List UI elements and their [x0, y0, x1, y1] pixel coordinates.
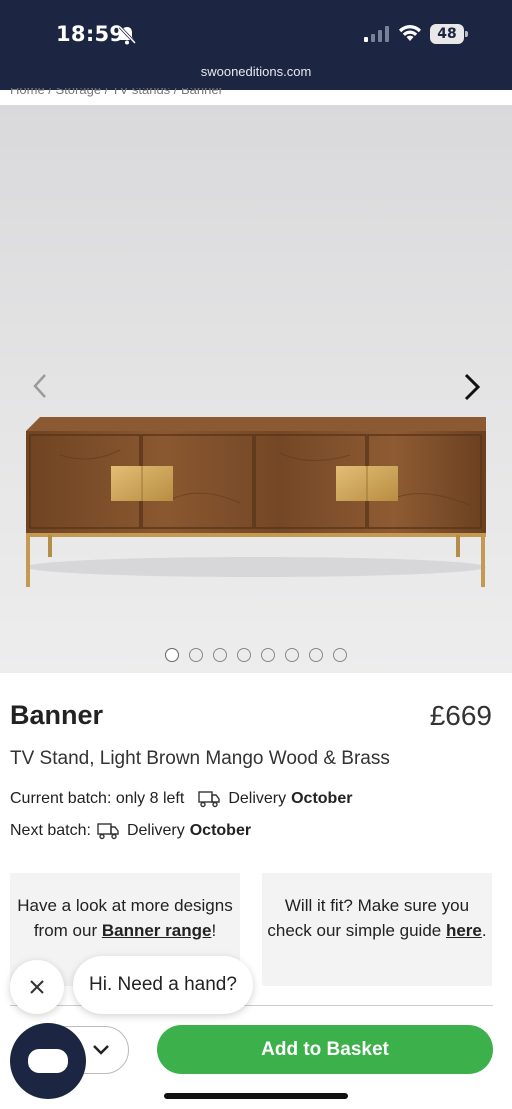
next-batch-row: Next batch: Delivery October: [10, 822, 251, 840]
signal-icon: [364, 26, 389, 42]
chat-close-button[interactable]: [10, 960, 64, 1014]
product-description: TV Stand, Light Brown Mango Wood & Brass: [10, 748, 390, 769]
fit-guide-card: Will it fit? Make sure you check our sim…: [262, 873, 492, 986]
current-batch-row: Current batch: only 8 left Delivery Octo…: [10, 790, 352, 808]
fit-guide-suffix: .: [481, 921, 487, 940]
current-batch-label: Current batch: only 8 left: [10, 790, 185, 807]
chat-bubble-icon: [28, 1049, 68, 1073]
next-delivery-month: October: [189, 822, 252, 839]
range-link[interactable]: Banner range: [102, 921, 212, 940]
product-price: £669: [429, 700, 492, 731]
battery-icon: 48: [430, 24, 468, 44]
breadcrumb[interactable]: Home / Storage / TV stands / Banner: [10, 88, 223, 98]
bell-slash-icon: [118, 25, 136, 45]
carousel-dot[interactable]: [261, 648, 275, 662]
carousel-dot[interactable]: [333, 648, 347, 662]
next-delivery-label: Delivery: [126, 822, 185, 839]
carousel-next-arrow-icon[interactable]: [460, 372, 484, 402]
delivery-truck-icon: [97, 823, 119, 840]
carousel-dot[interactable]: [165, 648, 179, 662]
next-batch-label: Next batch:: [10, 822, 91, 839]
status-time: 18:59: [56, 22, 125, 46]
status-bar: 18:59 48 swooneditions.com: [0, 0, 512, 90]
delivery-truck-icon: [198, 791, 221, 808]
add-to-basket-button[interactable]: Add to Basket: [157, 1025, 493, 1074]
battery-level: 48: [430, 24, 464, 44]
carousel-pagination: [165, 648, 347, 662]
chat-launcher-button[interactable]: [10, 1023, 86, 1099]
chat-prompt-bubble[interactable]: Hi. Need a hand?: [73, 956, 253, 1014]
product-title: Banner: [10, 700, 104, 730]
carousel-dot[interactable]: [189, 648, 203, 662]
carousel-dot[interactable]: [237, 648, 251, 662]
product-image: [26, 417, 486, 587]
home-indicator: [164, 1093, 348, 1099]
range-card-suffix: !: [211, 921, 217, 940]
carousel-dot[interactable]: [309, 648, 323, 662]
current-delivery-label: Delivery: [228, 790, 287, 807]
fit-guide-text: Will it fit? Make sure you check our sim…: [267, 896, 470, 940]
fit-guide-link[interactable]: here: [446, 921, 482, 940]
wifi-icon: [399, 24, 421, 41]
current-delivery-month: October: [291, 790, 353, 807]
address-bar-url[interactable]: swooneditions.com: [0, 64, 512, 79]
carousel-dot[interactable]: [285, 648, 299, 662]
carousel-dot[interactable]: [213, 648, 227, 662]
chevron-down-icon: [93, 1045, 109, 1055]
close-icon: [30, 980, 44, 994]
carousel-prev-arrow-icon[interactable]: [30, 372, 50, 400]
